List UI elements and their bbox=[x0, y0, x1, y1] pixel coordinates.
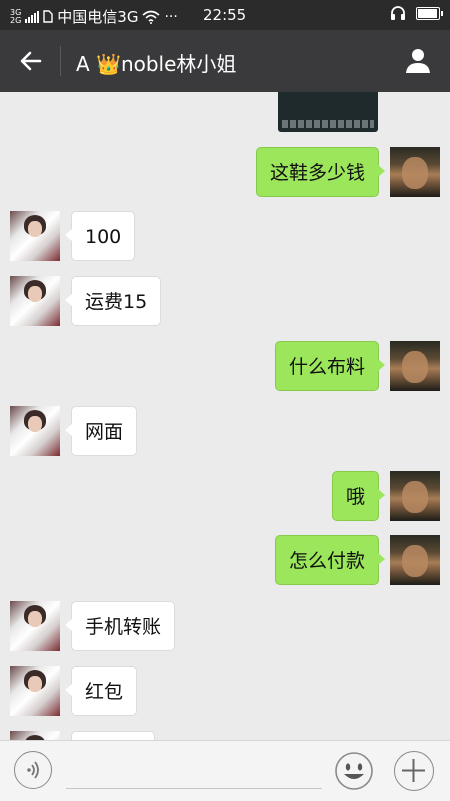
input-bar bbox=[0, 740, 450, 801]
contact-avatar[interactable] bbox=[10, 211, 60, 261]
contact-avatar[interactable] bbox=[10, 666, 60, 716]
arrow-left-icon[interactable] bbox=[18, 48, 44, 74]
my-avatar[interactable] bbox=[390, 341, 440, 391]
message-bubble-other[interactable]: 网面 bbox=[64, 406, 138, 456]
status-bar: 3G 2G 中国电信3G ··· 22:55 bbox=[0, 0, 450, 30]
my-avatar[interactable] bbox=[390, 471, 440, 521]
signal-icon bbox=[25, 10, 40, 23]
person-icon[interactable] bbox=[404, 46, 432, 74]
network-type: 3G 2G bbox=[10, 8, 22, 25]
chat-messages[interactable]: 这鞋多少钱 100 运费15 什么布料 网面 哦 怎么付款 手机转账 红包 bbox=[0, 92, 450, 740]
battery-level bbox=[418, 8, 437, 18]
more-status-indicator: ··· bbox=[164, 8, 178, 25]
battery-icon bbox=[416, 6, 443, 20]
voice-button[interactable] bbox=[14, 751, 52, 789]
smiley-icon[interactable] bbox=[334, 751, 374, 791]
message-bubble-other[interactable]: 100 bbox=[64, 211, 136, 261]
my-avatar[interactable] bbox=[390, 147, 440, 197]
wifi-icon bbox=[142, 10, 160, 24]
network-bottom-label: 2G bbox=[10, 15, 22, 25]
chat-title: A 👑noble林小姐 bbox=[76, 48, 236, 77]
message-bubble-me[interactable]: 什么布料 bbox=[274, 341, 386, 391]
message-bubble-other[interactable]: 红包 bbox=[64, 666, 138, 716]
message-bubble-me[interactable]: 哦 bbox=[331, 471, 386, 521]
voice-icon bbox=[27, 761, 39, 779]
headset-icon bbox=[391, 6, 405, 20]
contact-name: noble林小姐 bbox=[120, 52, 237, 76]
message-bubble-me[interactable]: 这鞋多少钱 bbox=[255, 147, 386, 197]
message-bubble-other[interactable]: 运费15 bbox=[64, 276, 162, 326]
contact-avatar[interactable] bbox=[10, 731, 60, 740]
plus-icon bbox=[402, 759, 425, 782]
image-message[interactable] bbox=[278, 92, 378, 132]
title-prefix: A bbox=[76, 52, 97, 76]
my-avatar[interactable] bbox=[390, 535, 440, 585]
contact-avatar[interactable] bbox=[10, 601, 60, 651]
sim-icon bbox=[43, 10, 53, 23]
header-divider bbox=[60, 46, 61, 76]
carrier-name: 中国电信3G bbox=[57, 8, 139, 26]
message-bubble-other[interactable] bbox=[71, 731, 155, 740]
message-bubble-me[interactable]: 怎么付款 bbox=[274, 535, 386, 585]
contact-avatar[interactable] bbox=[10, 276, 60, 326]
chat-header: A 👑noble林小姐 bbox=[0, 30, 450, 92]
contact-avatar[interactable] bbox=[10, 406, 60, 456]
more-button[interactable] bbox=[394, 751, 434, 791]
status-right bbox=[390, 5, 443, 21]
message-bubble-other[interactable]: 手机转账 bbox=[64, 601, 176, 651]
message-input[interactable] bbox=[66, 788, 322, 789]
status-left: 3G 2G 中国电信3G ··· bbox=[10, 6, 178, 27]
crown-emoji: 👑 bbox=[96, 52, 121, 76]
status-time: 22:55 bbox=[203, 6, 247, 24]
